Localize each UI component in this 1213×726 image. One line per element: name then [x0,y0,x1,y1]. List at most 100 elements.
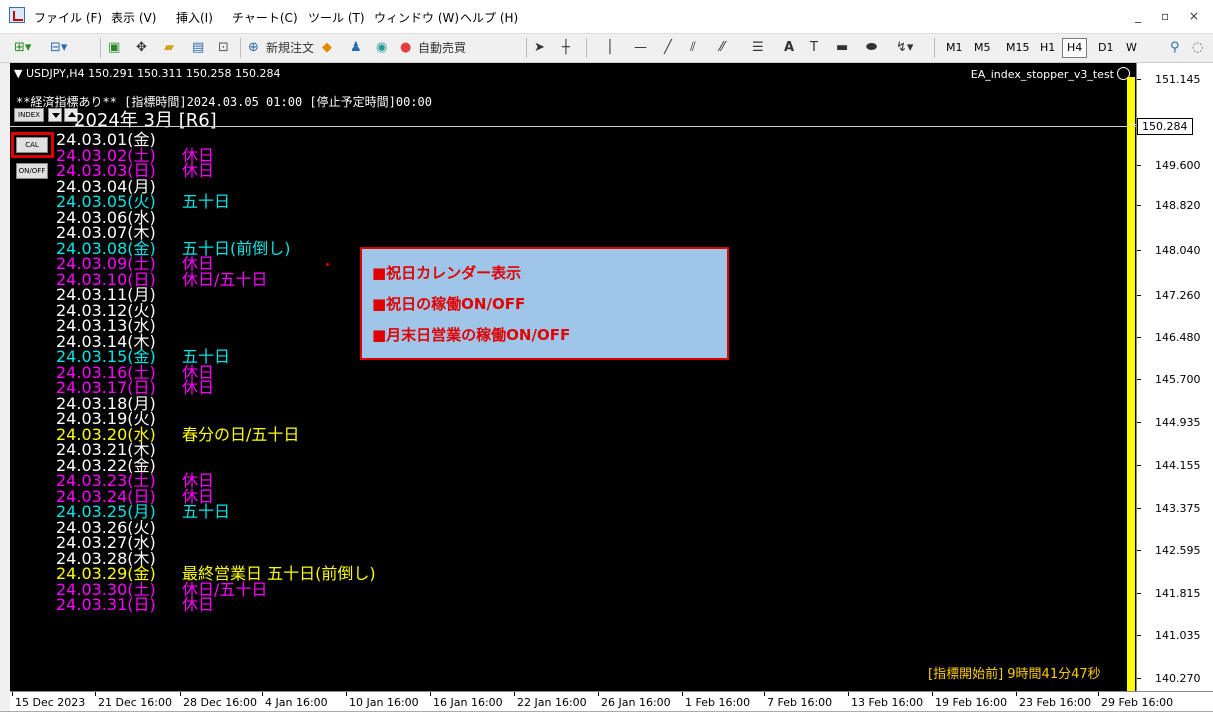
menu-insert[interactable]: 挿入(I) [176,9,213,26]
calendar-date: 24.03.03(日) [56,161,156,180]
cal-button[interactable]: CAL [16,137,48,153]
timeframe-w1[interactable]: W [1122,39,1141,57]
index-button[interactable]: INDEX [14,108,44,122]
time-tick: 21 Dec 16:00 [98,696,172,709]
time-tick-mark [764,692,765,696]
market-watch-icon[interactable]: ▣ [108,39,120,57]
prev-month-button[interactable] [48,108,62,122]
time-tick: 19 Feb 16:00 [935,696,1008,709]
calendar-row: 24.03.19(火) [56,411,182,427]
calendar-row: 24.03.03(日) 休日 [56,161,215,180]
price-tick: 145.700 [1137,373,1201,386]
text-icon[interactable]: A [784,39,794,57]
time-tick: 4 Jan 16:00 [265,696,328,709]
calendar-note: 春分の日/五十日 [182,424,300,444]
menu-chart[interactable]: チャート(C) [232,9,298,26]
market-icon[interactable]: ◉ [376,39,387,57]
crosshair-icon[interactable]: ┼ [562,39,570,57]
time-tick: 26 Jan 16:00 [601,696,671,709]
new-order-icon[interactable]: ⊕ [248,39,259,57]
time-tick-mark [514,692,515,696]
timeframe-m5[interactable]: M5 [970,39,995,57]
onoff-button[interactable]: ON/OFF [16,163,48,179]
timeframe-m15[interactable]: M15 [1002,39,1034,57]
time-tick-mark [262,692,263,696]
calendar-date: 24.03.15(金) [56,347,156,366]
time-tick: 22 Jan 16:00 [517,696,587,709]
calendar-date: 24.03.05(火) [56,192,156,211]
terminal-icon[interactable]: ▤ [192,39,204,57]
crosshair-nav-icon[interactable]: ✥ [136,39,147,57]
time-tick-mark [1016,692,1017,696]
calendar-date: 24.03.21(木) [56,440,156,459]
current-price-label: 150.284 [1137,118,1193,135]
calendar-note: 休日 [182,161,215,180]
calendar-date: 24.03.27(水) [56,533,156,552]
price-axis[interactable]: 151.145 150.284 149.600 148.820 148.040 … [1136,63,1213,691]
timeframe-h4[interactable]: H4 [1062,38,1088,58]
new-order-button[interactable]: 新規注文 [266,39,314,57]
ellipse-icon[interactable]: ⬬ [866,39,877,57]
calendar-row: 24.03.31(日) 休日 [56,597,214,613]
fibonacci-icon[interactable]: ☰ [752,39,764,57]
auto-trade-icon[interactable]: ● [400,39,411,57]
time-tick-mark [346,692,347,696]
time-tick-mark [430,692,431,696]
price-tick: 141.035 [1137,629,1201,642]
equidistant-channel-icon[interactable]: ⫽ [690,39,696,57]
new-chart-icon[interactable]: ⊞▾ [14,39,31,57]
time-tick: 28 Dec 16:00 [183,696,257,709]
menu-file[interactable]: ファイル (F) [34,9,102,26]
calendar-note: 五十日 [182,192,231,211]
cursor-icon[interactable]: ➤ [534,39,545,57]
price-tick: 148.040 [1137,244,1201,257]
parallel-lines-icon[interactable]: ⁄⁄ [720,39,724,57]
search-icon[interactable]: ⚲ [1170,39,1180,57]
toolbar-divider [526,38,527,58]
timeframe-d1[interactable]: D1 [1094,39,1117,57]
annotation-line: ■祝日カレンダー表示 [372,264,522,282]
annotation-line: ■月末日営業の稼働ON/OFF [372,326,571,344]
menu-help[interactable]: ヘルプ (H) [460,9,518,26]
trendline-icon[interactable]: ╱ [664,39,672,57]
timeframe-h1[interactable]: H1 [1036,39,1059,57]
rectangle-icon[interactable]: ▬ [836,39,848,57]
timeframe-m1[interactable]: M1 [942,39,967,57]
text-label-icon[interactable]: T [810,39,818,57]
red-dot [326,263,329,266]
time-tick-mark [12,692,13,696]
price-tick: 147.260 [1137,289,1201,302]
price-tick: 151.145 [1137,73,1201,86]
vertical-line-icon[interactable]: │ [606,39,614,57]
tester-icon[interactable]: ⊡ [218,39,229,57]
price-tick: 141.815 [1137,587,1201,600]
profiles-icon[interactable]: ⊟▾ [50,39,67,57]
time-tick-mark [932,692,933,696]
calendar-note: 休日 [182,378,215,397]
chat-icon[interactable]: ◌ [1192,39,1203,57]
calendar-date: 24.03.11(月) [56,285,156,304]
down-arrow-icon [52,113,60,118]
window-controls[interactable]: _ ▫ × [1135,9,1207,23]
calendar-row: 24.03.27(水) [56,533,182,552]
time-axis[interactable]: 15 Dec 2023 21 Dec 16:00 28 Dec 16:00 4 Jan… [10,691,1213,712]
calendar-date: 24.03.17(日) [56,378,156,397]
arrows-icon[interactable]: ↯▾ [896,39,913,57]
time-tick: 1 Feb 16:00 [685,696,751,709]
toolbar-divider [100,38,101,58]
menu-window[interactable]: ウィンドウ (W) [374,9,459,26]
signals-icon[interactable]: ♟ [350,39,362,57]
time-tick-mark [848,692,849,696]
menu-view[interactable]: 表示 (V) [111,9,156,26]
chart-area[interactable]: ▼ USDJPY,H4 150.291 150.311 150.258 150.… [10,63,1136,691]
menu-tools[interactable]: ツール (T) [308,9,365,26]
calendar-date: 24.03.25(月) [56,502,156,521]
calendar-date: 24.03.09(土) [56,254,156,273]
toolbar-divider [586,38,587,58]
auto-trade-button[interactable]: 自動売買 [418,39,466,57]
folder-icon[interactable]: ▰ [164,39,174,57]
metaeditor-icon[interactable]: ◆ [322,39,332,57]
toolbar-divider [934,38,935,58]
calendar-row: 24.03.07(木) [56,225,182,241]
horizontal-line-icon[interactable]: — [634,39,647,57]
